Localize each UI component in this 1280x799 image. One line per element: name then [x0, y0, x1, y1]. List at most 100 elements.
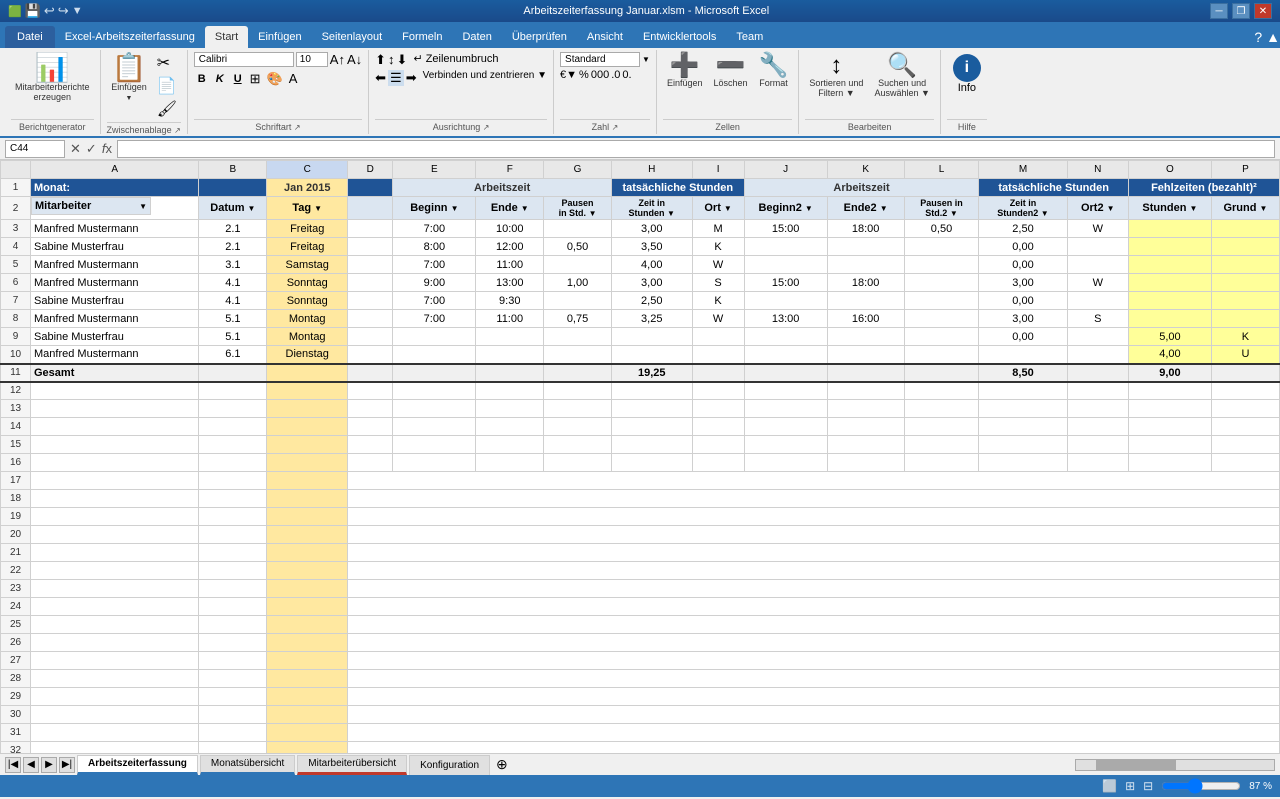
cell-E3[interactable]: 7:00	[393, 220, 476, 238]
col-header-K[interactable]: K	[827, 161, 904, 179]
cell-O6[interactable]	[1128, 274, 1211, 292]
tab-seitenlayout[interactable]: Seitenlayout	[312, 26, 393, 48]
tab-formeln[interactable]: Formeln	[392, 26, 452, 48]
cell-O4[interactable]	[1128, 238, 1211, 256]
cell-F4[interactable]: 12:00	[476, 238, 544, 256]
tab-ueberprufen[interactable]: Überprüfen	[502, 26, 577, 48]
zellen-loeschen-btn[interactable]: ➖ Löschen	[709, 52, 751, 90]
cell-C3[interactable]: Freitag	[267, 220, 348, 238]
cell-B3[interactable]: 2.1	[199, 220, 267, 238]
font-increase-btn[interactable]: A↑	[330, 52, 345, 67]
close-btn[interactable]: ✕	[1254, 3, 1272, 19]
underline-btn[interactable]: U	[230, 71, 246, 87]
cell-N5[interactable]	[1067, 256, 1128, 274]
cell-F5[interactable]: 11:00	[476, 256, 544, 274]
number-format-selector[interactable]: Standard	[560, 52, 640, 67]
cell-L6[interactable]	[904, 274, 979, 292]
cell-O5[interactable]	[1128, 256, 1211, 274]
cell-H7[interactable]: 2,50	[611, 292, 692, 310]
cell-M1[interactable]: tatsächliche Stunden	[979, 179, 1129, 197]
kopieren-btn[interactable]: 📄	[154, 75, 180, 97]
cell-J1[interactable]: Arbeitszeit	[744, 179, 979, 197]
cell-D5[interactable]	[348, 256, 393, 274]
cell-A7[interactable]: Sabine Musterfrau	[31, 292, 199, 310]
col-header-P[interactable]: P	[1211, 161, 1279, 179]
cell-L10[interactable]	[904, 346, 979, 364]
cell-F6[interactable]: 13:00	[476, 274, 544, 292]
col-header-C[interactable]: C	[267, 161, 348, 179]
cell-F8[interactable]: 11:00	[476, 310, 544, 328]
cell-D1[interactable]	[348, 179, 393, 197]
cell-A2[interactable]: Mitarbeiter▼	[31, 197, 151, 215]
col-header-B[interactable]: B	[199, 161, 267, 179]
align-bottom-btn[interactable]: ⬇	[397, 52, 408, 68]
cell-P5[interactable]	[1211, 256, 1279, 274]
cell-L2[interactable]: Pausen inStd.2 ▼	[904, 197, 979, 220]
tab-datei[interactable]: Datei	[5, 26, 55, 48]
col-header-L[interactable]: L	[904, 161, 979, 179]
col-header-M[interactable]: M	[979, 161, 1067, 179]
cell-D6[interactable]	[348, 274, 393, 292]
cell-N2[interactable]: Ort2 ▼	[1067, 197, 1128, 220]
cell-G2[interactable]: Pausenin Std. ▼	[544, 197, 612, 220]
cell-D8[interactable]	[348, 310, 393, 328]
info-btn[interactable]: i Info	[947, 52, 987, 96]
cell-G11[interactable]	[544, 364, 612, 382]
cell-J11[interactable]	[744, 364, 827, 382]
tab-nav-last[interactable]: ▶|	[59, 757, 75, 773]
cell-H2[interactable]: Zeit inStunden ▼	[611, 197, 692, 220]
cell-D7[interactable]	[348, 292, 393, 310]
cell-J4[interactable]	[744, 238, 827, 256]
cell-N8[interactable]: S	[1067, 310, 1128, 328]
cell-E4[interactable]: 8:00	[393, 238, 476, 256]
tab-nav-prev[interactable]: ◀	[23, 757, 39, 773]
cell-C5[interactable]: Samstag	[267, 256, 348, 274]
cell-B9[interactable]: 5.1	[199, 328, 267, 346]
cell-D10[interactable]	[348, 346, 393, 364]
cell-I6[interactable]: S	[692, 274, 744, 292]
border-btn[interactable]: ⊞	[248, 71, 263, 87]
cell-E2[interactable]: Beginn ▼	[393, 197, 476, 220]
cell-G7[interactable]	[544, 292, 612, 310]
cell-C6[interactable]: Sonntag	[267, 274, 348, 292]
cell-A1[interactable]: Monat:	[31, 179, 199, 197]
cell-M4[interactable]: 0,00	[979, 238, 1067, 256]
thousands-btn[interactable]: 000	[591, 69, 609, 81]
cell-B4[interactable]: 2.1	[199, 238, 267, 256]
cell-C7[interactable]: Sonntag	[267, 292, 348, 310]
cell-C11[interactable]	[267, 364, 348, 382]
cell-G10[interactable]	[544, 346, 612, 364]
cell-C2[interactable]: Tag ▼	[267, 197, 348, 220]
bold-btn[interactable]: B	[194, 71, 210, 87]
cell-I10[interactable]	[692, 346, 744, 364]
cell-N11[interactable]	[1067, 364, 1128, 382]
align-top-btn[interactable]: ⬆	[375, 52, 386, 68]
formatpinsel-btn[interactable]: 🖌	[154, 98, 180, 120]
cell-K8[interactable]: 16:00	[827, 310, 904, 328]
tab-einfuegen[interactable]: Einfügen	[248, 26, 311, 48]
ausschneiden-btn[interactable]: ✂	[154, 52, 180, 74]
cell-A6[interactable]: Manfred Mustermann	[31, 274, 199, 292]
cell-H10[interactable]	[611, 346, 692, 364]
cell-F3[interactable]: 10:00	[476, 220, 544, 238]
cell-B8[interactable]: 5.1	[199, 310, 267, 328]
redo-icon[interactable]: ↪	[58, 3, 69, 19]
number-format-dropdown[interactable]: ▼	[642, 55, 650, 64]
cell-M6[interactable]: 3,00	[979, 274, 1067, 292]
cell-M5[interactable]: 0,00	[979, 256, 1067, 274]
col-header-N[interactable]: N	[1067, 161, 1128, 179]
percent-btn[interactable]: %	[579, 69, 589, 81]
cell-E5[interactable]: 7:00	[393, 256, 476, 274]
cell-C8[interactable]: Montag	[267, 310, 348, 328]
cell-B2[interactable]: Datum ▼	[199, 197, 267, 220]
cell-N6[interactable]: W	[1067, 274, 1128, 292]
tab-start[interactable]: Start	[205, 26, 248, 48]
cell-J7[interactable]	[744, 292, 827, 310]
cell-F2[interactable]: Ende ▼	[476, 197, 544, 220]
cell-E11[interactable]	[393, 364, 476, 382]
minimize-btn[interactable]: ─	[1210, 3, 1228, 19]
cell-P2[interactable]: Grund ▼	[1211, 197, 1279, 220]
font-color-btn[interactable]: A	[287, 71, 300, 87]
cell-P10[interactable]: U	[1211, 346, 1279, 364]
fill-color-btn[interactable]: 🎨	[265, 71, 285, 87]
